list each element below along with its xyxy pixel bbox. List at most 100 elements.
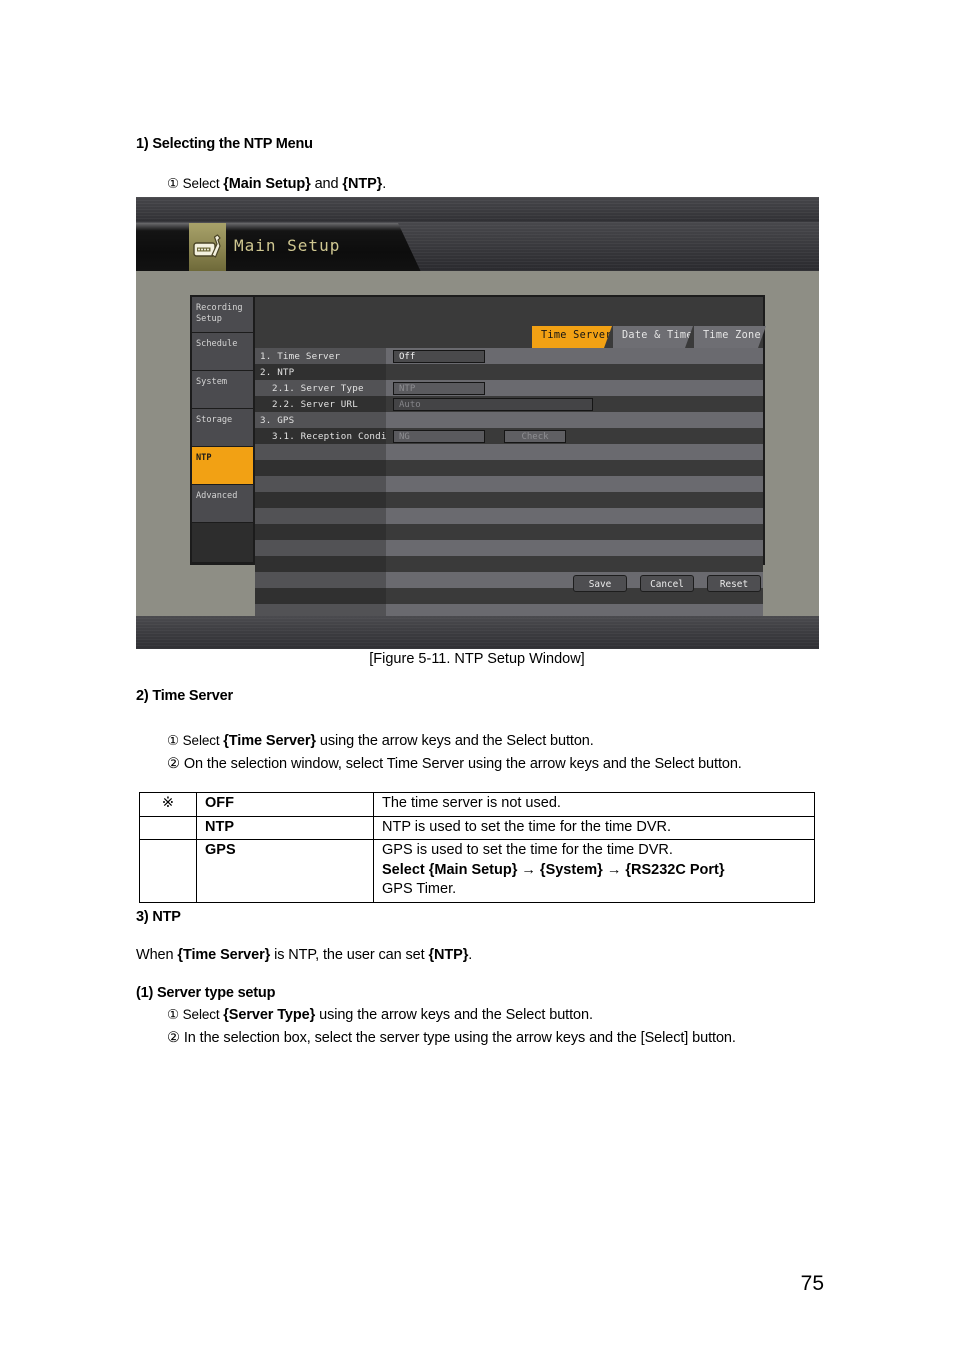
circled-1: ① Select [167, 176, 224, 191]
setting-row-empty [255, 476, 763, 492]
row-mark: ※ [139, 792, 197, 817]
setting-row-gps-group: 3. GPS [255, 412, 763, 428]
dvr-bottom-bezel [136, 616, 819, 649]
row-mark [139, 815, 197, 841]
row-value-cell: NTP [386, 380, 763, 396]
row-label-cell [255, 444, 386, 460]
period: . [468, 947, 473, 963]
ntp-token: {NTP} [342, 176, 383, 192]
tab-date-and-time[interactable]: Date & Time [613, 326, 693, 348]
setting-row-ntp-group: 2. NTP [255, 364, 763, 380]
row-key-gps: GPS [196, 839, 374, 903]
dvr-top-bezel [136, 197, 819, 222]
section-4-heading: (1) Server type setup [136, 985, 276, 1001]
sidebar-item-storage[interactable]: Storage [192, 409, 253, 447]
setting-row-empty [255, 508, 763, 524]
setup-sidebar: Recording Setup Schedule System Storage … [192, 297, 255, 563]
main-setup-token: {Main Setup} [223, 176, 311, 192]
sidebar-item-schedule[interactable]: Schedule [192, 333, 253, 371]
check-button[interactable]: Check [504, 429, 566, 443]
row-label-cell: 2.1. Server Type [255, 380, 386, 396]
sidebar-item-advanced[interactable]: Advanced [192, 485, 253, 523]
section-4-item-1: ① Select {Server Type} using the arrow k… [167, 1007, 593, 1023]
sidebar-item-recording-setup[interactable]: Recording Setup [192, 297, 253, 333]
time-server-token: {Time Server} [177, 947, 271, 963]
row-value-cell [386, 460, 763, 476]
row-value-cell [386, 524, 763, 540]
row-key-ntp: NTP [196, 815, 374, 841]
settings-rows: 1. Time Server Off 2. NTP 2.1. Server Ty… [255, 348, 763, 620]
row-label-cell: 1. Time Server [255, 348, 386, 364]
section-4-item-2: ② In the selection box, select the serve… [167, 1030, 736, 1046]
section-1-item-1: ① Select {Main Setup} and {NTP}. [167, 176, 386, 192]
value-reception-conditions: NG [393, 429, 485, 443]
gps-desc-line-3: GPS Timer. [382, 881, 457, 898]
tab-time-server[interactable]: Time Server [532, 326, 612, 348]
time-server-token: {Time Server} [223, 733, 316, 749]
setting-row-empty [255, 524, 763, 540]
save-button[interactable]: Save [573, 575, 627, 592]
setting-row-reception-conditions: 3.1. Reception Conditions NG Check [255, 428, 763, 444]
row-label-cell [255, 460, 386, 476]
value-server-url[interactable]: Auto [393, 397, 593, 411]
section-2-item-1: ① Select {Time Server} using the arrow k… [167, 733, 594, 749]
setting-label-server-url: 2.2. Server URL [272, 399, 358, 410]
row-label-cell [255, 508, 386, 524]
row-label-cell: 3.1. Reception Conditions [255, 428, 415, 444]
row-value-cell [386, 444, 763, 460]
setting-label-ntp: 2. NTP [260, 367, 295, 378]
table-row: GPS GPS is used to set the time for the … [139, 839, 815, 903]
section-2-heading: 2) Time Server [136, 688, 233, 704]
row-desc-ntp: NTP is used to set the time for the time… [373, 815, 815, 841]
section-3-heading: 3) NTP [136, 909, 181, 925]
setting-label-gps: 3. GPS [260, 415, 295, 426]
setting-row-empty [255, 492, 763, 508]
setting-row-server-url: 2.2. Server URL Auto [255, 396, 763, 412]
figure-caption: [Figure 5-11. NTP Setup Window] [369, 651, 585, 667]
row-value-cell [386, 364, 763, 380]
row-label-cell [255, 556, 386, 572]
reset-button[interactable]: Reset [707, 575, 761, 592]
setting-row-time-server: 1. Time Server Off [255, 348, 763, 364]
setup-content: Time Server Date & Time Time Zone 1. Tim… [255, 297, 766, 620]
row-value-cell [386, 476, 763, 492]
row-label-cell [255, 588, 386, 604]
time-server-options-table: ※ OFF The time server is not used. NTP N… [139, 792, 815, 903]
setting-label-server-type: 2.1. Server Type [272, 383, 364, 394]
sidebar-item-ntp[interactable]: NTP [192, 447, 253, 485]
row-value-cell: NG Check [386, 428, 763, 444]
setting-label-time-server: 1. Time Server [260, 351, 341, 362]
tab-time-zone[interactable]: Time Zone [694, 326, 766, 348]
setting-row-empty [255, 444, 763, 460]
sidebar-item-system[interactable]: System [192, 371, 253, 409]
row-label-cell: 2. NTP [255, 364, 386, 380]
gps-desc-line-1: GPS is used to set the time for the time… [382, 842, 673, 859]
value-server-type[interactable]: NTP [393, 381, 485, 395]
row-value-cell: Auto [386, 396, 763, 412]
row-desc-off: The time server is not used. [373, 792, 815, 817]
setting-row-server-type: 2.1. Server Type NTP [255, 380, 763, 396]
row-mark [139, 839, 197, 903]
value-time-server[interactable]: Off [393, 349, 485, 363]
row-key-off: OFF [196, 792, 374, 817]
circled-1: ① Select [167, 1007, 224, 1022]
row-value-cell [386, 508, 763, 524]
section-3-paragraph: When {Time Server} is NTP, the user can … [136, 947, 472, 963]
page-number: 75 [800, 1272, 824, 1295]
row-value-cell: Off [386, 348, 763, 364]
setting-row-empty [255, 556, 763, 572]
dvr-wrench-icon [189, 223, 226, 272]
table-row: NTP NTP is used to set the time for the … [139, 815, 815, 841]
server-type-token: {Server Type} [223, 1007, 316, 1023]
table-row: ※ OFF The time server is not used. [139, 792, 815, 817]
row-value-cell [386, 540, 763, 556]
section-4-item-1-tail: using the arrow keys and the Select butt… [315, 1007, 593, 1023]
cancel-button[interactable]: Cancel [640, 575, 694, 592]
row-label-cell [255, 524, 386, 540]
row-label-cell: 3. GPS [255, 412, 386, 428]
row-label-cell [255, 540, 386, 556]
setup-panel: Recording Setup Schedule System Storage … [190, 295, 766, 620]
ntp-token: {NTP} [428, 947, 469, 963]
setting-row-empty [255, 460, 763, 476]
row-label-cell [255, 492, 386, 508]
